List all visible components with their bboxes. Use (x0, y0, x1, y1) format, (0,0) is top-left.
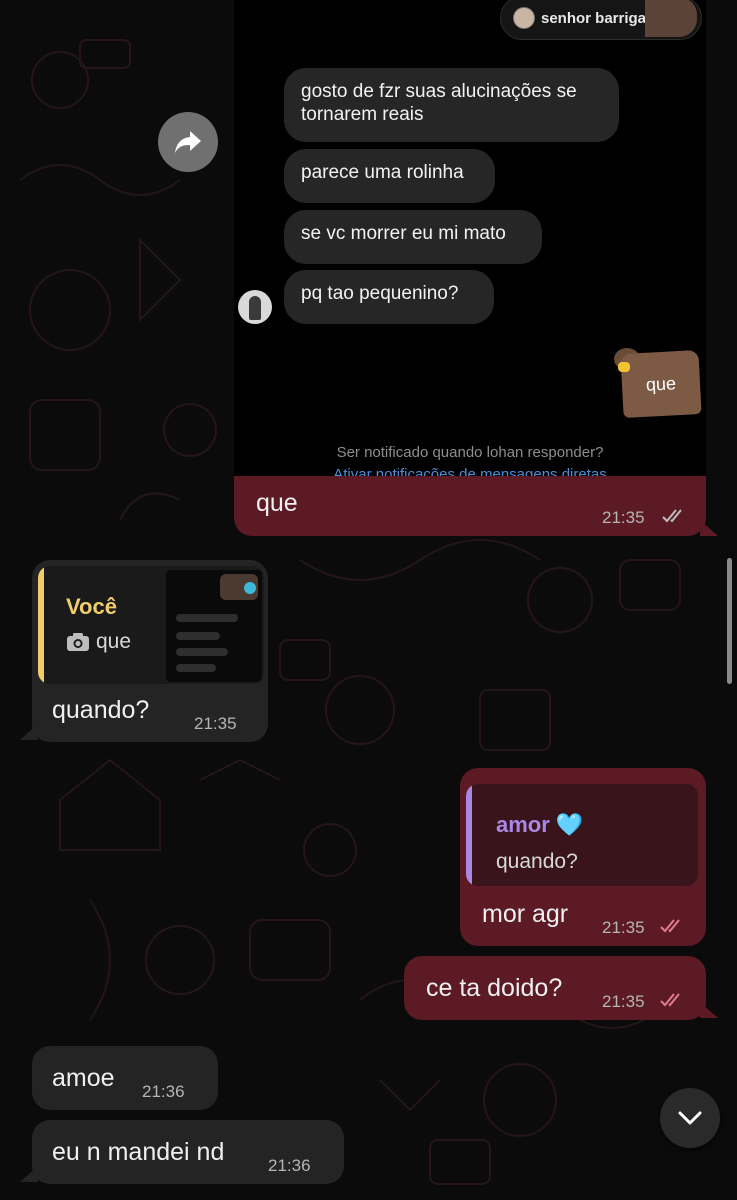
message-time: 21:35 (602, 508, 645, 527)
ig-message: se vc morrer eu mi mato (284, 210, 542, 264)
scroll-down-button[interactable] (660, 1088, 720, 1148)
incoming-message[interactable]: amoe 21:36 (32, 1046, 218, 1110)
ig-avatar (238, 290, 272, 324)
double-check-icon (660, 919, 680, 933)
message-text: que (256, 489, 298, 517)
message-text: amoe (52, 1064, 115, 1092)
image-message[interactable]: senhor barriga bras... gosto de fzr suas… (234, 0, 706, 478)
quoted-message[interactable]: amor 🩵 quando? (466, 784, 698, 886)
message-text: ce ta doido? (426, 974, 563, 1002)
message-time: 21:35 (194, 714, 237, 733)
quote-text: quando? (496, 850, 578, 873)
double-check-icon (660, 993, 680, 1007)
message-text: mor agr (482, 900, 569, 928)
bubble-tail (700, 1002, 718, 1018)
notify-text: Ser notificado quando lohan responder? (336, 444, 604, 461)
ig-message: gosto de fzr suas alucinações se tornare… (284, 68, 619, 142)
message-time: 21:35 (602, 992, 645, 1011)
forward-button[interactable] (158, 112, 218, 172)
ig-message: pq tao pequenino? (284, 270, 494, 324)
story-avatar (513, 7, 535, 29)
outgoing-message[interactable]: que 21:35 (234, 476, 706, 536)
quote-bar (38, 566, 44, 684)
quote-author: amor 🩵 (496, 812, 584, 837)
ig-message: parece uma rolinha (284, 149, 495, 203)
double-check-icon (662, 509, 682, 523)
quote-thumbnail (166, 570, 262, 682)
message-time: 21:36 (268, 1156, 311, 1175)
outgoing-message[interactable]: amor 🩵 quando? mor agr 21:35 (460, 768, 706, 946)
chevron-down-icon (678, 1111, 702, 1125)
capybara-sticker: que (620, 350, 702, 418)
incoming-message[interactable]: Você que quando? 21:35 (32, 560, 268, 742)
outgoing-message[interactable]: ce ta doido? 21:35 (404, 956, 706, 1020)
message-time: 21:35 (602, 918, 645, 937)
story-reply-pill: senhor barriga bras... (500, 0, 702, 40)
camera-icon (67, 633, 89, 651)
incoming-message[interactable]: eu n mandei nd 21:36 (32, 1120, 344, 1184)
quoted-message[interactable]: Você que (38, 566, 264, 684)
story-thumbnail (645, 0, 697, 37)
quote-author: Você (66, 594, 117, 619)
message-time: 21:36 (142, 1082, 185, 1101)
sticker-text: que (645, 372, 677, 395)
forward-icon (175, 131, 201, 153)
message-text: quando? (52, 696, 150, 724)
quote-text: que (96, 630, 132, 653)
sticker-nose (618, 362, 630, 372)
message-text: eu n mandei nd (52, 1138, 225, 1166)
quote-bar (466, 784, 472, 886)
bubble-tail (700, 520, 718, 536)
scrollbar[interactable] (727, 558, 732, 684)
